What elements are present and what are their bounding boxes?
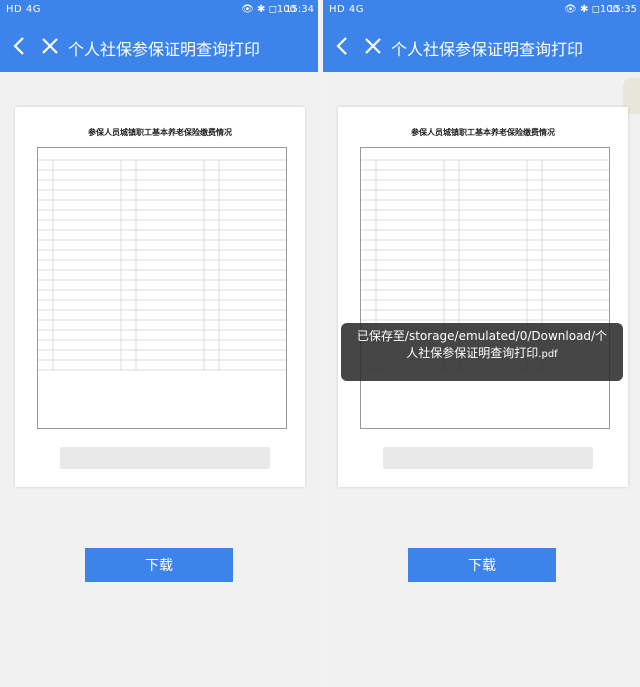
save-toast: 已保存至/storage/emulated/0/Download/个人社保参保证… [341, 323, 623, 381]
back-icon[interactable] [8, 34, 32, 58]
document-title: 参保人员城镇职工基本养老保险缴费情况 [88, 127, 232, 137]
network-indicator: HD 4G [6, 4, 42, 15]
document-preview: 参保人员城镇职工基本养老保险缴费情况 [338, 107, 628, 487]
close-icon[interactable] [38, 34, 62, 58]
redacted-signature [60, 447, 270, 469]
app-header: 个人社保参保证明查询打印 [323, 22, 640, 72]
back-icon[interactable] [331, 34, 355, 58]
redacted-signature [383, 447, 593, 469]
toast-message: 已保存至/storage/emulated/0/Download/个人社保参保证… [356, 329, 608, 360]
document-title: 参保人员城镇职工基本养老保险缴费情况 [411, 127, 555, 137]
download-button[interactable]: 下载 [85, 548, 233, 582]
contribution-table [37, 147, 287, 429]
app-header: 个人社保参保证明查询打印 [0, 22, 318, 72]
page-title: 个人社保参保证明查询打印 [391, 40, 584, 59]
clock: 15:35 [608, 4, 637, 15]
page-title: 个人社保参保证明查询打印 [68, 40, 261, 59]
contribution-table [360, 147, 610, 429]
status-bar: HD 4G 👁 ✱ ◻100 15:34 [0, 0, 318, 22]
toast-suffix: .pdf [538, 349, 558, 360]
download-button[interactable]: 下载 [408, 548, 556, 582]
left-screen: HD 4G 👁 ✱ ◻100 15:34 个人社保参保证明查询打印 参保人员城镇… [0, 0, 318, 687]
network-indicator: HD 4G [329, 4, 365, 15]
document-preview: 参保人员城镇职工基本养老保险缴费情况 [15, 107, 305, 487]
right-screen: HD 4G 👁 ✱ ◻100 15:35 个人社保参保证明查询打印 参保人员城镇… [323, 0, 640, 687]
clock: 15:34 [285, 4, 314, 15]
close-icon[interactable] [361, 34, 385, 58]
status-bar: HD 4G 👁 ✱ ◻100 15:35 [323, 0, 640, 22]
